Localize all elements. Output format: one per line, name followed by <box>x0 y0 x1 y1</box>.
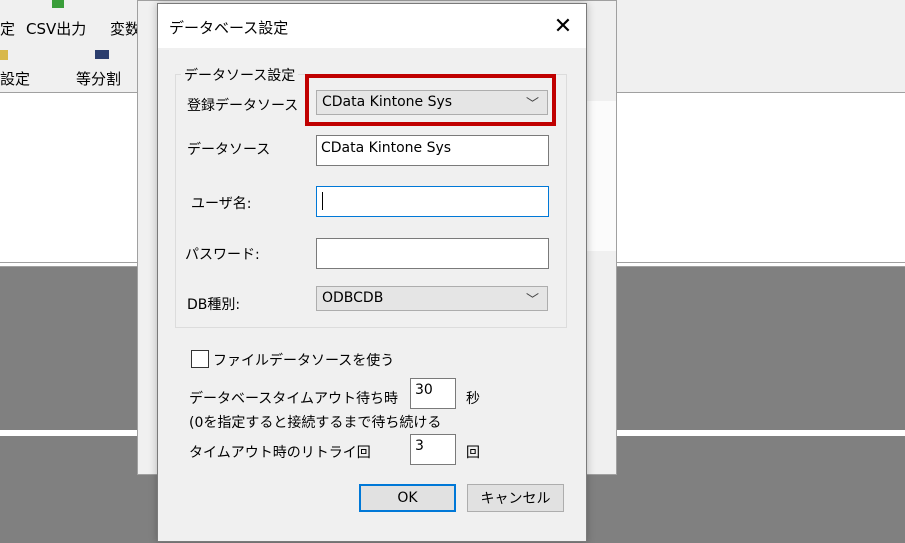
timeout-note: (0を指定すると接続するまで待ち続ける <box>189 415 442 431</box>
toolbar-icon <box>52 0 64 8</box>
password-input[interactable] <box>316 238 549 269</box>
equal-split-icon <box>95 50 109 59</box>
toolbar-csv-output[interactable]: CSV出力 <box>26 18 86 39</box>
dialog-titlebar[interactable]: データベース設定 ✕ <box>158 4 586 48</box>
retry-unit: 回 <box>466 445 480 461</box>
settings-icon <box>0 50 8 60</box>
datasource-label: データソース <box>187 142 271 158</box>
ok-button[interactable]: OK <box>359 484 456 512</box>
highlight-box <box>305 74 556 126</box>
timeout-unit: 秒 <box>466 391 480 407</box>
cancel-button[interactable]: キャンセル <box>467 484 564 512</box>
close-icon[interactable]: ✕ <box>540 4 586 48</box>
dbtype-select[interactable]: ODBCDB ﹀ <box>316 286 548 311</box>
timeout-input[interactable]: 30 <box>410 378 456 409</box>
password-label: パスワード: <box>185 247 260 263</box>
retry-input[interactable]: 3 <box>410 434 456 465</box>
toolbar-item[interactable]: 定 <box>0 18 15 39</box>
dialog-title: データベース設定 <box>169 19 289 37</box>
toolbar-settings[interactable]: 設定 <box>0 68 30 89</box>
retry-label: タイムアウト時のリトライ回 <box>189 445 371 461</box>
username-input[interactable] <box>316 186 549 217</box>
registered-datasource-label: 登録データソース <box>187 98 299 114</box>
toolbar-equal-split[interactable]: 等分割 <box>76 68 121 89</box>
username-label: ユーザ名: <box>191 196 252 212</box>
background-dialog-panel <box>586 101 616 251</box>
file-datasource-checkbox[interactable] <box>191 350 209 368</box>
datasource-input[interactable]: CData Kintone Sys <box>316 135 549 166</box>
dbtype-label: DB種別: <box>187 297 241 313</box>
timeout-label: データベースタイムアウト待ち時 <box>189 391 399 407</box>
database-settings-dialog: データベース設定 ✕ データソース設定 登録データソース CData Kinto… <box>157 3 587 542</box>
dbtype-value: ODBCDB <box>322 290 384 306</box>
file-datasource-label[interactable]: ファイルデータソースを使う <box>213 350 394 370</box>
text-caret <box>322 192 323 210</box>
group-label: データソース設定 <box>181 65 299 85</box>
chevron-down-icon: ﹀ <box>525 293 539 308</box>
